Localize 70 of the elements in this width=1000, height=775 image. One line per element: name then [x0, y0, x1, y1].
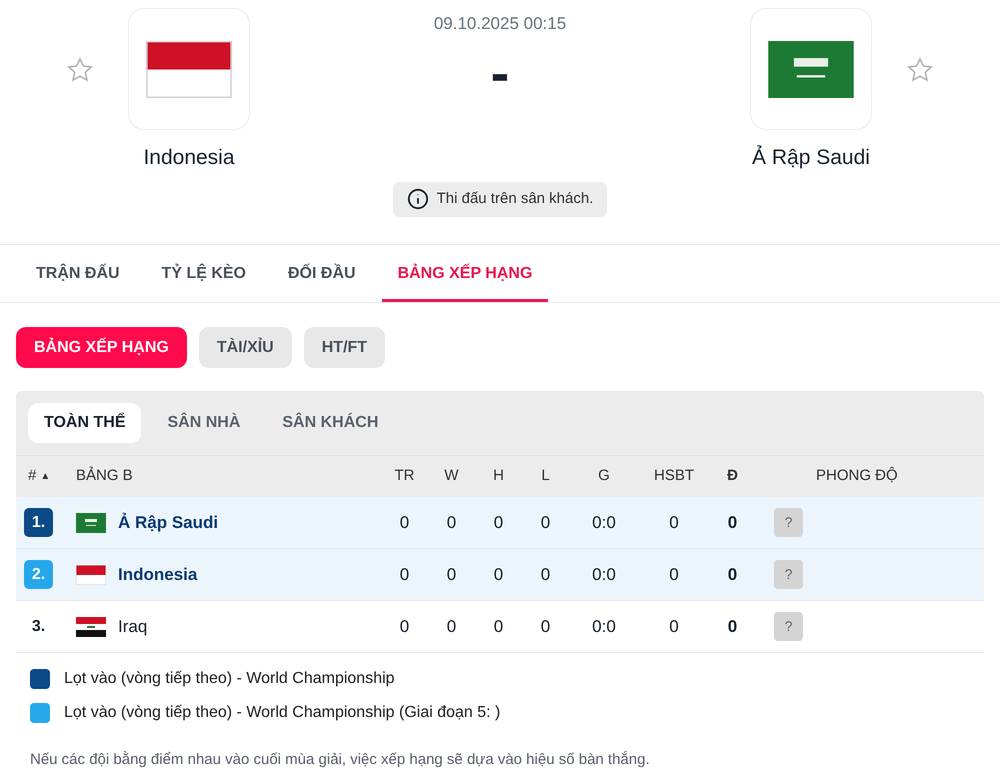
team-name[interactable]: Indonesia: [143, 142, 235, 174]
table-cell-text: 0: [446, 616, 456, 638]
table-row[interactable]: 3. Iraq 0 0 0 0 0:0 0 0 ?: [16, 601, 984, 653]
tab[interactable]: TỶ LỆ KÈO: [146, 245, 262, 302]
column-header[interactable]: HSBT: [654, 465, 694, 488]
form-header: PHONG ĐỘ: [816, 466, 898, 486]
table-cell-text: 0: [400, 564, 410, 586]
rank-header[interactable]: #: [28, 465, 36, 488]
rank-badge: 1.: [24, 508, 53, 537]
filter-pill[interactable]: HT/FT: [304, 327, 386, 368]
team-name[interactable]: Iraq: [118, 614, 148, 640]
group-header: BẢNG B: [76, 466, 134, 486]
table-cell-text: 0: [669, 512, 679, 534]
info-text: Thi đấu trên sân khách.: [436, 188, 594, 209]
tab[interactable]: BẢNG XẾP HẠNG: [382, 245, 548, 302]
flag-icon: [146, 40, 232, 98]
column-header[interactable]: G: [598, 465, 610, 488]
flag-icon: [76, 564, 106, 584]
table-row[interactable]: 2. Indonesia 0 0 0 0 0:0 0 0 ?: [16, 549, 984, 601]
form-badge: ?: [774, 560, 803, 589]
table-cell-text: 0:0: [592, 564, 616, 586]
table-cell-text: 0:0: [592, 512, 616, 534]
column-header[interactable]: H: [493, 465, 504, 488]
team-name[interactable]: Indonesia: [118, 562, 198, 588]
match-score: -: [490, 44, 510, 100]
table-cell-text: 0: [494, 564, 504, 586]
table-cell-text: 0: [400, 512, 410, 534]
column-header[interactable]: Đ: [727, 465, 738, 488]
column-header[interactable]: L: [541, 465, 550, 488]
sort-indicator[interactable]: ▲: [40, 469, 50, 484]
table-cell-text: 0: [540, 564, 550, 586]
rank-badge: 2.: [24, 560, 53, 589]
table-cell-text: 0: [728, 564, 738, 586]
tab[interactable]: ĐỐI ĐẦU: [272, 245, 372, 302]
info-icon: [406, 188, 429, 210]
subtab[interactable]: SÂN NHÀ: [151, 403, 256, 443]
flag-icon: [76, 616, 106, 636]
form-badge: ?: [774, 612, 803, 641]
star-icon[interactable]: [66, 56, 94, 84]
table-cell-text: 0: [728, 616, 738, 638]
table-cell-text: 0: [540, 616, 550, 638]
table-cell-text: 0: [494, 616, 504, 638]
column-header[interactable]: TR: [394, 465, 414, 488]
rank-number: 3.: [30, 616, 46, 636]
subtab[interactable]: TOÀN THỂ: [28, 403, 142, 443]
form-badge: ?: [774, 508, 803, 537]
team-name[interactable]: Ả Rập Saudi: [118, 510, 218, 536]
match-datetime: 09.10.2025 00:15: [434, 13, 566, 35]
legend-label: Lọt vào (vòng tiếp theo) - World Championship (Giai đoạn 5: ): [64, 703, 500, 723]
table-cell-text: 0: [669, 564, 679, 586]
filter-pill[interactable]: BẢNG XẾP HẠNG: [16, 327, 187, 368]
star-icon[interactable]: [906, 56, 934, 84]
table-cell-text: 0: [669, 616, 679, 638]
team-name[interactable]: Ả Rập Saudi: [752, 142, 870, 174]
flag-icon: [76, 512, 106, 532]
table-cell-text: 0: [446, 564, 456, 586]
table-cell-text: 0: [446, 512, 456, 534]
flag-icon: [768, 40, 854, 98]
tiebreak-note: Nếu các đội bằng điểm nhau vào cuối mùa giải, việc xếp hạng sẽ dựa vào hiệu số bàn thắng.: [29, 750, 651, 770]
table-cell-text: 0: [400, 616, 410, 638]
table-cell-text: 0:0: [592, 616, 616, 638]
table-cell-text: 0: [494, 512, 504, 534]
tab[interactable]: TRẬN ĐẤU: [20, 245, 136, 302]
legend-label: Lọt vào (vòng tiếp theo) - World Championship: [64, 669, 395, 689]
column-header[interactable]: W: [444, 465, 459, 488]
subtab[interactable]: SÂN KHÁCH: [266, 403, 394, 443]
table-row[interactable]: 1. Ả Rập Saudi 0 0 0 0 0:0 0 0 ?: [16, 497, 984, 549]
table-cell-text: 0: [540, 512, 550, 534]
table-cell-text: 0: [728, 512, 738, 534]
filter-pill[interactable]: TÀI/XỈU: [198, 327, 292, 368]
